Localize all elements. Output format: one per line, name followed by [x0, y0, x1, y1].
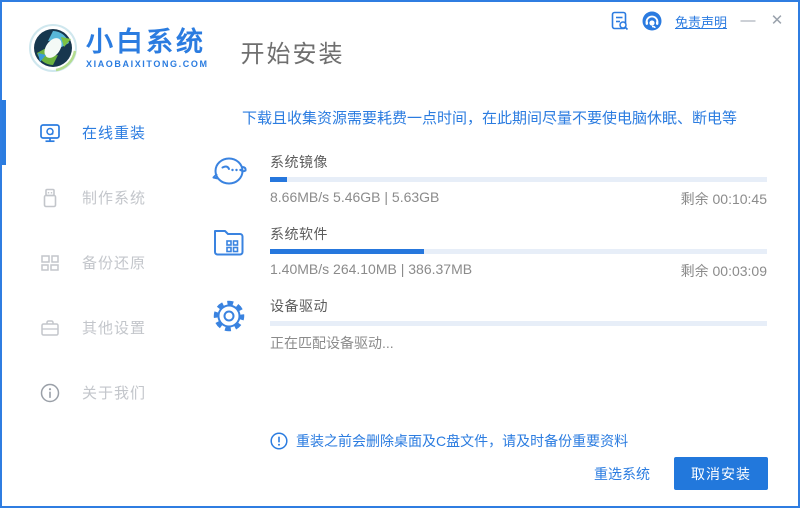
support-headset-icon[interactable] [642, 11, 662, 31]
backup-warning: 重装之前会删除桌面及C盘文件，请及时备份重要资料 [270, 431, 798, 451]
task-body: 系统镜像 8.66MB/s 5.46GB | 5.63GB 剩余 00:10:4… [270, 152, 767, 209]
task-remaining-time: 剩余 00:03:09 [680, 263, 767, 279]
log-document-icon[interactable] [611, 11, 629, 31]
minimize-button[interactable]: — [740, 12, 756, 30]
exclamation-circle-icon [270, 432, 288, 450]
task-speed-stats: 8.66MB/s 5.46GB | 5.63GB [270, 189, 440, 205]
progress-bar [270, 177, 767, 182]
task-list: 系统镜像 8.66MB/s 5.46GB | 5.63GB 剩余 00:10:4… [202, 152, 798, 353]
task-stats-row: 正在匹配设备驱动... [270, 333, 767, 353]
gear-icon [211, 296, 251, 339]
close-button[interactable]: ✕ [769, 12, 785, 30]
sidebar-item-other-settings[interactable]: 其他设置 [2, 295, 200, 360]
window-controls: 免责声明 — ✕ [611, 11, 785, 31]
usb-icon [39, 187, 61, 209]
reselect-system-button[interactable]: 重选系统 [594, 464, 650, 484]
backup-warning-text: 重装之前会删除桌面及C盘文件，请及时备份重要资料 [296, 433, 629, 449]
task-stats-row: 8.66MB/s 5.46GB | 5.63GB 剩余 00:10:45 [270, 189, 767, 209]
page-title: 开始安装 [240, 40, 345, 68]
task-row-system-image: 系统镜像 8.66MB/s 5.46GB | 5.63GB 剩余 00:10:4… [202, 152, 798, 209]
task-stats-row: 1.40MB/s 264.10MB | 386.37MB 剩余 00:03:09 [270, 261, 767, 281]
app-logo: 小白系统 XIAOBAIXITONG.COM [28, 23, 209, 73]
cancel-install-button[interactable]: 取消安装 [674, 457, 768, 490]
sidebar-item-label: 其他设置 [82, 320, 147, 337]
task-title: 设备驱动 [270, 298, 328, 314]
logo-subtitle: XIAOBAIXITONG.COM [86, 58, 209, 69]
task-speed-stats: 1.40MB/s 264.10MB | 386.37MB [270, 261, 473, 277]
sidebar-item-backup-restore[interactable]: 备份还原 [2, 230, 200, 295]
backup-grid-icon [39, 252, 61, 274]
briefcase-icon [39, 317, 61, 339]
sidebar-item-make-system[interactable]: 制作系统 [2, 165, 200, 230]
sidebar: 在线重装 制作系统 备份还原 其他设置 关于我们 [2, 94, 200, 506]
footer-actions: 重选系统 取消安装 [594, 457, 768, 490]
task-remaining-time: 剩余 00:10:45 [680, 191, 767, 207]
app-folder-icon [211, 224, 251, 263]
app-logo-icon [29, 24, 77, 72]
task-body: 系统软件 1.40MB/s 264.10MB | 386.37MB 剩余 00:… [270, 224, 767, 281]
sidebar-item-label: 备份还原 [82, 255, 147, 272]
task-row-device-driver: 设备驱动 正在匹配设备驱动... [202, 296, 798, 353]
sidebar-item-label: 关于我们 [82, 385, 147, 402]
logo-title: 小白系统 [86, 26, 206, 57]
mascot-face-icon [211, 152, 251, 194]
task-body: 设备驱动 正在匹配设备驱动... [270, 296, 767, 353]
main-content: 下载且收集资源需要耗费一点时间，在此期间尽量不要使电脑休眠、断电等 系统镜像 8… [202, 94, 798, 506]
monitor-icon [39, 122, 61, 144]
disclaimer-link[interactable]: 免责声明 [675, 12, 727, 31]
task-title: 系统软件 [270, 226, 328, 242]
task-row-system-software: 系统软件 1.40MB/s 264.10MB | 386.37MB 剩余 00:… [202, 224, 798, 281]
logo-text: 小白系统 XIAOBAIXITONG.COM [86, 28, 209, 69]
progress-bar-fill [270, 249, 425, 254]
sidebar-item-about-us[interactable]: 关于我们 [2, 360, 200, 425]
header: 小白系统 XIAOBAIXITONG.COM 开始安装 免责声明 — ✕ [2, 2, 798, 94]
info-icon [39, 382, 61, 404]
sidebar-item-label: 制作系统 [82, 190, 147, 207]
download-notice: 下载且收集资源需要耗费一点时间，在此期间尽量不要使电脑休眠、断电等 [241, 110, 737, 127]
task-title: 系统镜像 [270, 154, 328, 170]
progress-bar [270, 321, 767, 326]
sidebar-item-label: 在线重装 [82, 125, 147, 142]
progress-bar-fill [270, 177, 288, 182]
sidebar-item-online-reinstall[interactable]: 在线重装 [2, 100, 200, 165]
task-status-text: 正在匹配设备驱动... [270, 335, 394, 351]
progress-bar [270, 249, 767, 254]
